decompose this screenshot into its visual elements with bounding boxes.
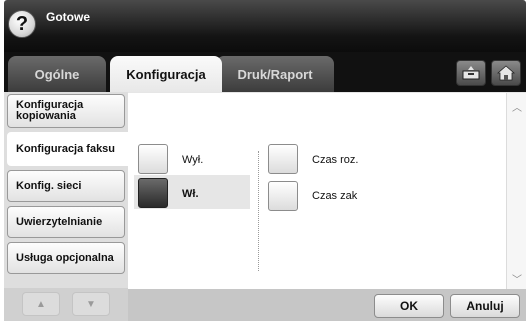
header-bar: ? Gotowe xyxy=(4,0,526,52)
settings-nav: Konfiguracja kopiowania Konfiguracja fak… xyxy=(4,92,128,321)
status-text: Gotowe xyxy=(46,10,90,24)
end-time-label: Czas zak xyxy=(312,190,358,202)
content-scrollbar[interactable]: ︿ ﹀ xyxy=(506,93,526,290)
fax-options-panel: Wył. Wł. Czas roz. Czas zak ︿ ﹀ xyxy=(128,92,526,290)
arrow-down-icon: ▼ xyxy=(86,298,96,310)
nav-scroll-down-button[interactable]: ▼ xyxy=(72,292,110,316)
help-button[interactable]: ? xyxy=(8,10,36,38)
nav-scroll-up-button[interactable]: ▲ xyxy=(22,292,60,316)
chevron-up-icon[interactable]: ︿ xyxy=(510,99,524,114)
nav-scroll-bar: ▲ ▼ xyxy=(4,288,128,321)
tray-button[interactable] xyxy=(456,60,486,86)
off-option-button[interactable] xyxy=(138,144,168,174)
footer-bar: OK Anuluj xyxy=(128,289,526,321)
nav-network-setup[interactable]: Konfig. sieci xyxy=(7,170,125,202)
tab-bar: Ogólne Druk/Raport Konfiguracja xyxy=(4,52,526,92)
arrow-up-icon: ▲ xyxy=(36,298,46,310)
nav-copy-setup[interactable]: Konfiguracja kopiowania xyxy=(7,94,125,128)
chevron-down-icon[interactable]: ﹀ xyxy=(510,271,524,286)
tab-print-report[interactable]: Druk/Raport xyxy=(216,56,334,92)
start-time-label: Czas roz. xyxy=(312,154,359,166)
tab-general[interactable]: Ogólne xyxy=(8,56,106,92)
nav-authentication[interactable]: Uwierzytelnianie xyxy=(7,206,125,238)
tray-icon xyxy=(462,66,480,80)
nav-fax-setup[interactable]: Konfiguracja faksu xyxy=(7,132,128,166)
off-option-label: Wył. xyxy=(182,154,204,166)
end-time-button[interactable] xyxy=(268,181,298,211)
question-mark-icon: ? xyxy=(15,12,29,35)
tab-configuration[interactable]: Konfiguracja xyxy=(110,56,222,92)
on-option-button[interactable] xyxy=(138,178,168,208)
nav-optional-service[interactable]: Usługa opcjonalna xyxy=(7,242,125,274)
options-divider xyxy=(258,151,259,271)
home-button[interactable] xyxy=(491,60,521,86)
cancel-button[interactable]: Anuluj xyxy=(450,294,520,318)
start-time-button[interactable] xyxy=(268,144,298,174)
on-option-label: Wł. xyxy=(182,188,199,200)
home-icon xyxy=(497,65,515,81)
ok-button[interactable]: OK xyxy=(374,294,444,318)
fax-setup-screen: ? Gotowe Ogólne Druk/Raport Konfiguracja… xyxy=(0,0,529,321)
